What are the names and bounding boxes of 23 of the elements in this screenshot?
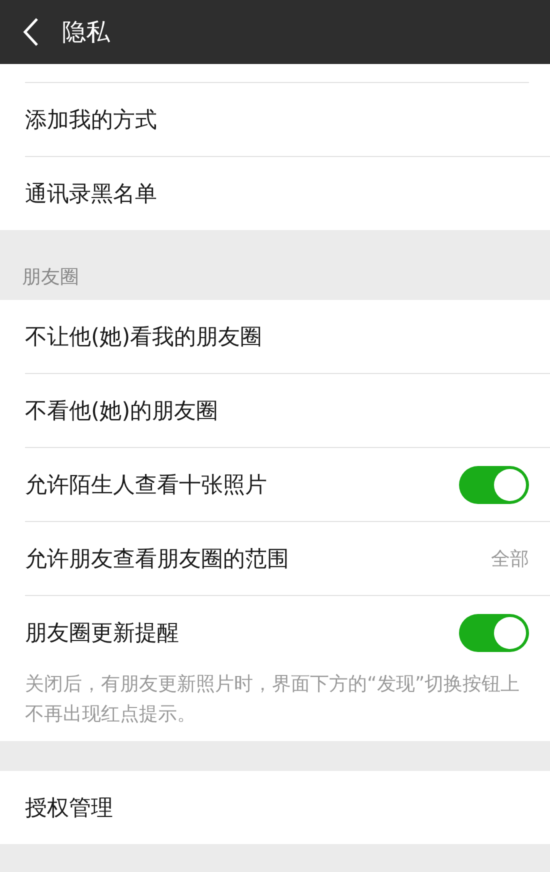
settings-row[interactable]: 朋友圈更新提醒 <box>25 596 550 669</box>
settings-row[interactable]: 不看他(她)的朋友圈 <box>25 374 550 448</box>
toggle-switch[interactable] <box>459 614 529 652</box>
row-label: 允许陌生人查看十张照片 <box>25 472 267 500</box>
section-label: 朋友圈 <box>22 265 79 290</box>
row-value: 全部 <box>491 546 529 572</box>
row-label: 通讯录黑名单 <box>25 180 157 208</box>
row-label: 朋友圈更新提醒 <box>25 620 179 648</box>
row-label: 授权管理 <box>25 794 113 822</box>
page-title: 隐私 <box>62 17 110 48</box>
toggle-switch[interactable] <box>459 466 529 504</box>
row-label: 不看他(她)的朋友圈 <box>25 398 218 426</box>
settings-row[interactable]: 不让他(她)看我的朋友圈 <box>25 300 550 374</box>
settings-row[interactable]: 通讯录黑名单 <box>25 157 550 230</box>
settings-row[interactable]: 允许陌生人查看十张照片 <box>25 448 550 522</box>
settings-row[interactable]: 添加我的方式 <box>25 83 550 157</box>
row-label: 添加我的方式 <box>25 106 157 134</box>
row-label: 允许朋友查看朋友圈的范围 <box>25 546 289 574</box>
row-label: 不让他(她)看我的朋友圈 <box>25 324 262 352</box>
back-icon <box>23 17 39 47</box>
settings-row[interactable]: 允许朋友查看朋友圈的范围 全部 <box>25 522 550 596</box>
hint-text: 关闭后，有朋友更新照片时，界面下方的“发现”切换按钮上不再出现红点提示。 <box>25 672 520 727</box>
settings-row[interactable]: 授权管理 <box>25 771 550 844</box>
